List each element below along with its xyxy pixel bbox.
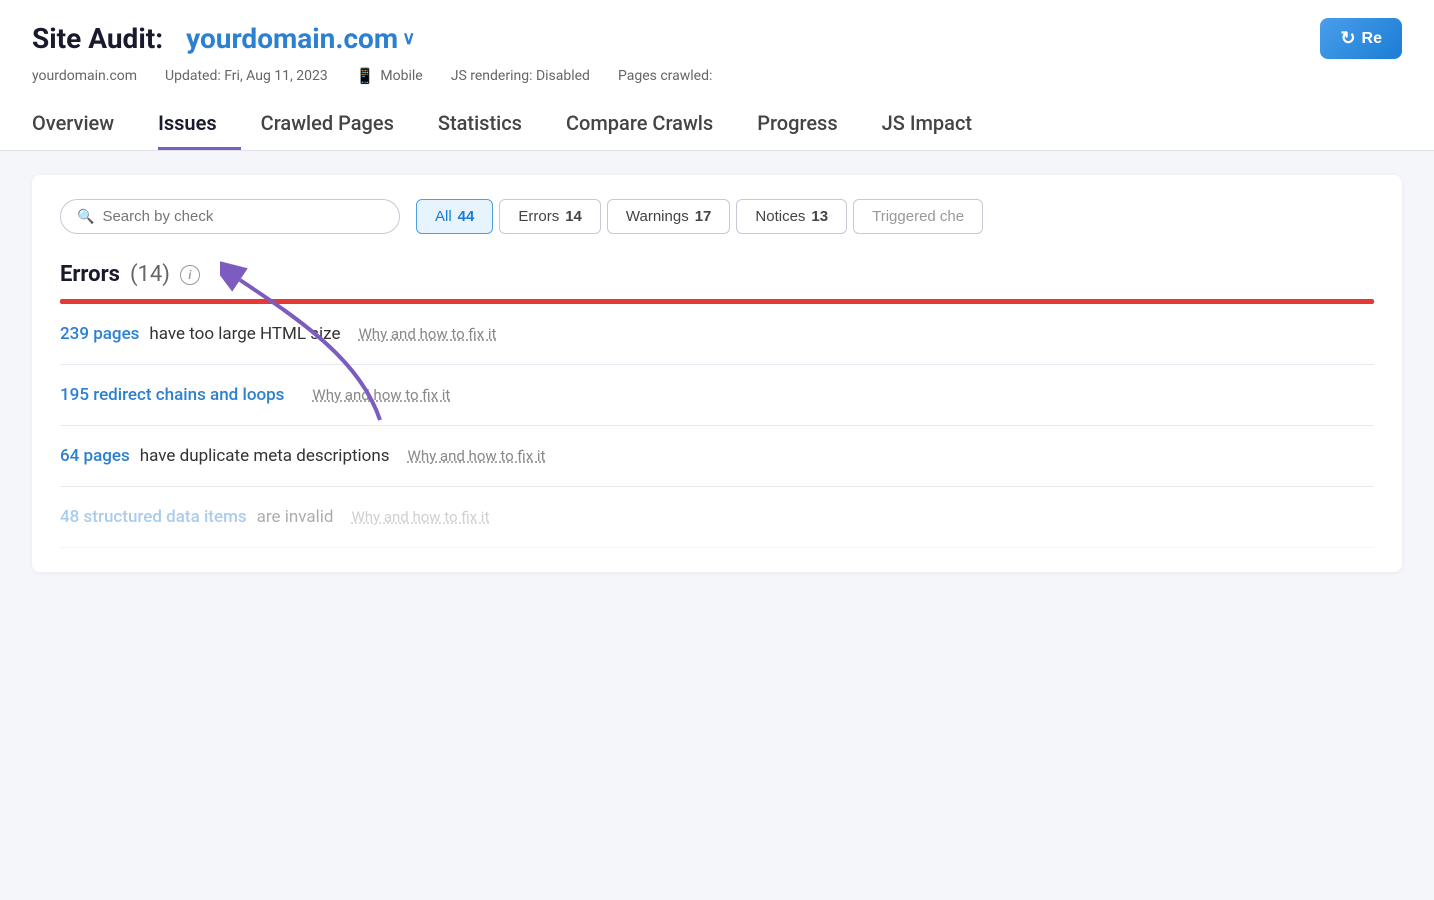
issue-text-4: are invalid bbox=[257, 507, 334, 527]
recrawl-icon: ↻ bbox=[1340, 28, 1355, 49]
issue-link-3[interactable]: 64 pages bbox=[60, 446, 130, 466]
issue-row-3: 64 pages have duplicate meta description… bbox=[60, 426, 1374, 487]
warnings-label: Warnings bbox=[626, 208, 689, 225]
errors-count: 14 bbox=[565, 208, 582, 225]
search-box[interactable]: 🔍 bbox=[60, 199, 400, 234]
issue-row-4: 48 structured data items are invalid Why… bbox=[60, 487, 1374, 548]
tab-overview[interactable]: Overview bbox=[32, 101, 138, 150]
recrawl-button[interactable]: ↻ Re bbox=[1320, 18, 1402, 59]
recrawl-label: Re bbox=[1362, 30, 1382, 48]
tab-crawled-pages[interactable]: Crawled Pages bbox=[261, 101, 418, 150]
filter-bar: 🔍 All 44 Errors 14 Warnings 17 bbox=[60, 199, 1374, 234]
issue-link-1[interactable]: 239 pages bbox=[60, 324, 139, 344]
filter-errors-button[interactable]: Errors 14 bbox=[499, 199, 601, 234]
main-content: 🔍 All 44 Errors 14 Warnings 17 bbox=[0, 151, 1434, 596]
errors-title: Errors bbox=[60, 262, 120, 287]
meta-pages-crawled: Pages crawled: bbox=[618, 68, 712, 84]
fix-link-3[interactable]: Why and how to fix it bbox=[408, 447, 546, 465]
chevron-down-icon: ∨ bbox=[402, 28, 415, 49]
filter-buttons: All 44 Errors 14 Warnings 17 Notices 13 bbox=[416, 199, 983, 234]
issue-text-1: have too large HTML size bbox=[149, 324, 340, 344]
errors-count-label: (14) bbox=[130, 262, 170, 287]
filter-all-button[interactable]: All 44 bbox=[416, 199, 493, 234]
header-top: Site Audit: yourdomain.com ∨ ↻ Re bbox=[32, 18, 1402, 59]
info-icon[interactable]: i bbox=[180, 265, 200, 285]
issue-row-1: 239 pages have too large HTML size Why a… bbox=[60, 304, 1374, 365]
tab-compare-crawls[interactable]: Compare Crawls bbox=[566, 101, 737, 150]
issue-text-3: have duplicate meta descriptions bbox=[140, 446, 390, 466]
filter-warnings-button[interactable]: Warnings 17 bbox=[607, 199, 731, 234]
filter-notices-button[interactable]: Notices 13 bbox=[736, 199, 847, 234]
meta-domain: yourdomain.com bbox=[32, 68, 137, 84]
issue-link-4[interactable]: 48 structured data items bbox=[60, 507, 247, 527]
nav-tabs: Overview Issues Crawled Pages Statistics… bbox=[32, 101, 1402, 150]
meta-js-rendering: JS rendering: Disabled bbox=[451, 68, 590, 84]
issues-panel: 🔍 All 44 Errors 14 Warnings 17 bbox=[32, 175, 1402, 572]
tab-progress[interactable]: Progress bbox=[757, 101, 861, 150]
page-title: Site Audit: yourdomain.com ∨ bbox=[32, 22, 415, 55]
tab-issues[interactable]: Issues bbox=[158, 101, 241, 150]
domain-text: yourdomain.com bbox=[186, 22, 398, 55]
tab-statistics[interactable]: Statistics bbox=[438, 101, 546, 150]
fix-link-1[interactable]: Why and how to fix it bbox=[359, 325, 497, 343]
all-label: All bbox=[435, 208, 452, 225]
search-icon: 🔍 bbox=[77, 209, 94, 225]
warnings-count: 17 bbox=[695, 208, 712, 225]
fix-link-2[interactable]: Why and how to fix it bbox=[312, 386, 450, 404]
domain-link[interactable]: yourdomain.com ∨ bbox=[186, 22, 415, 55]
meta-device: 📱 Mobile bbox=[356, 67, 423, 85]
errors-header: Errors (14) i bbox=[60, 262, 1374, 287]
notices-label: Notices bbox=[755, 208, 805, 225]
tab-js-impact[interactable]: JS Impact bbox=[882, 101, 996, 150]
header: Site Audit: yourdomain.com ∨ ↻ Re yourdo… bbox=[0, 0, 1434, 151]
site-audit-label: Site Audit: bbox=[32, 22, 163, 55]
fix-link-4[interactable]: Why and how to fix it bbox=[351, 508, 489, 526]
errors-label: Errors bbox=[518, 208, 559, 225]
all-count: 44 bbox=[458, 208, 475, 225]
header-meta: yourdomain.com Updated: Fri, Aug 11, 202… bbox=[32, 67, 1402, 85]
issue-row-2: 195 redirect chains and loops Why and ho… bbox=[60, 365, 1374, 426]
issue-link-2[interactable]: 195 redirect chains and loops bbox=[60, 385, 284, 405]
filter-triggered-button[interactable]: Triggered che bbox=[853, 199, 983, 234]
mobile-icon: 📱 bbox=[356, 67, 375, 85]
notices-count: 13 bbox=[811, 208, 828, 225]
meta-updated: Updated: Fri, Aug 11, 2023 bbox=[165, 68, 328, 84]
search-input[interactable] bbox=[102, 208, 383, 225]
